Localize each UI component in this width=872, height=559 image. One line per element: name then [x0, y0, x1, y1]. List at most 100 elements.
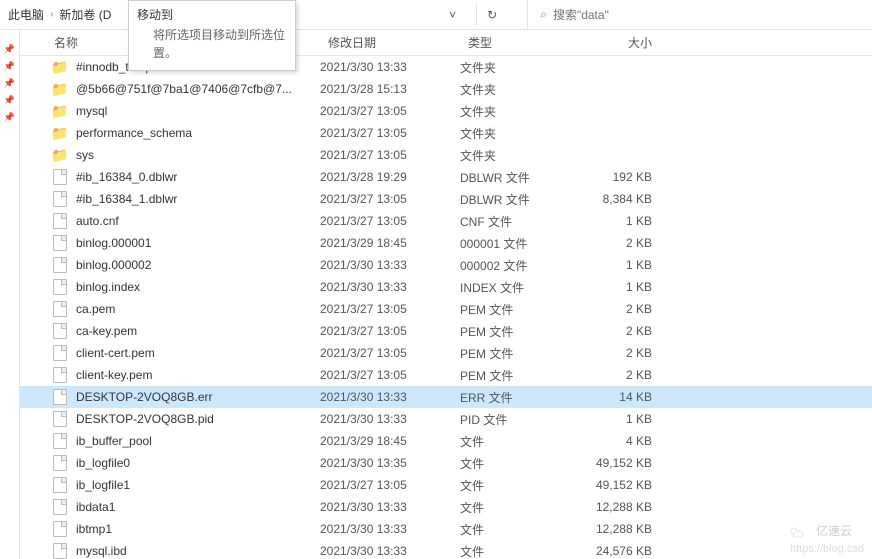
- file-date: 2021/3/27 13:05: [320, 346, 460, 360]
- file-size: 49,152 KB: [580, 478, 670, 492]
- file-icon: [53, 257, 67, 273]
- table-row[interactable]: ca-key.pem2021/3/27 13:05PEM 文件2 KB: [20, 320, 872, 342]
- search-box[interactable]: ⌕: [527, 0, 864, 29]
- nav-pane: 📌 📌 📌 📌 📌: [0, 30, 20, 559]
- file-date: 2021/3/27 13:05: [320, 192, 460, 206]
- file-type: 文件: [460, 521, 580, 538]
- file-icon: [53, 213, 67, 229]
- table-row[interactable]: ib_logfile02021/3/30 13:35文件49,152 KB: [20, 452, 872, 474]
- file-name: ib_logfile1: [76, 478, 320, 492]
- column-header-type[interactable]: 类型: [460, 34, 580, 51]
- chevron-right-icon: ›: [50, 9, 53, 20]
- file-date: 2021/3/30 13:33: [320, 500, 460, 514]
- folder-icon: 📁: [50, 125, 70, 142]
- file-date: 2021/3/28 19:29: [320, 170, 460, 184]
- table-row[interactable]: mysql.ibd2021/3/30 13:33文件24,576 KB: [20, 540, 872, 559]
- tooltip-title: 移动到: [137, 6, 287, 23]
- file-size: 8,384 KB: [580, 192, 670, 206]
- file-name: ibtmp1: [76, 522, 320, 536]
- file-name: ib_logfile0: [76, 456, 320, 470]
- breadcrumb-item-this-pc[interactable]: 此电脑: [8, 6, 44, 23]
- file-name: mysql: [76, 104, 320, 118]
- file-size: 1 KB: [580, 258, 670, 272]
- file-date: 2021/3/30 13:33: [320, 60, 460, 74]
- file-name: #ib_16384_0.dblwr: [76, 170, 320, 184]
- file-date: 2021/3/30 13:33: [320, 522, 460, 536]
- table-row[interactable]: client-cert.pem2021/3/27 13:05PEM 文件2 KB: [20, 342, 872, 364]
- table-row[interactable]: binlog.0000022021/3/30 13:33000002 文件1 K…: [20, 254, 872, 276]
- column-header-date[interactable]: 修改日期: [320, 34, 460, 51]
- table-row[interactable]: ibdata12021/3/30 13:33文件12,288 KB: [20, 496, 872, 518]
- file-date: 2021/3/29 18:45: [320, 236, 460, 250]
- column-header-size[interactable]: 大小: [580, 34, 670, 51]
- breadcrumb-item-drive[interactable]: 新加卷 (D: [59, 6, 111, 23]
- file-list-pane: 名称 修改日期 类型 大小 📁#innodb_temp2021/3/30 13:…: [20, 30, 872, 559]
- watermark-text: 亿速云: [816, 522, 852, 539]
- search-icon: ⌕: [540, 7, 547, 22]
- file-size: 2 KB: [580, 236, 670, 250]
- file-date: 2021/3/27 13:05: [320, 148, 460, 162]
- file-type: 文件: [460, 455, 580, 472]
- file-type: 文件: [460, 543, 580, 559]
- folder-icon: 📁: [50, 81, 70, 98]
- table-row[interactable]: ib_buffer_pool2021/3/29 18:45文件4 KB: [20, 430, 872, 452]
- pin-icon[interactable]: 📌: [0, 78, 19, 89]
- table-row[interactable]: 📁@5b66@751f@7ba1@7406@7cfb@7...2021/3/28…: [20, 78, 872, 100]
- file-name: performance_schema: [76, 126, 320, 140]
- file-size: 1 KB: [580, 412, 670, 426]
- table-row[interactable]: DESKTOP-2VOQ8GB.pid2021/3/30 13:33PID 文件…: [20, 408, 872, 430]
- refresh-button[interactable]: ↻: [476, 4, 507, 26]
- table-row[interactable]: 📁mysql2021/3/27 13:05文件夹: [20, 100, 872, 122]
- table-row[interactable]: ibtmp12021/3/30 13:33文件12,288 KB: [20, 518, 872, 540]
- file-type: DBLWR 文件: [460, 169, 580, 186]
- table-row[interactable]: #ib_16384_1.dblwr2021/3/27 13:05DBLWR 文件…: [20, 188, 872, 210]
- table-row[interactable]: ca.pem2021/3/27 13:05PEM 文件2 KB: [20, 298, 872, 320]
- file-type: CNF 文件: [460, 213, 580, 230]
- pin-icon[interactable]: 📌: [0, 112, 19, 123]
- file-type: 文件: [460, 433, 580, 450]
- file-date: 2021/3/30 13:33: [320, 412, 460, 426]
- file-date: 2021/3/27 13:05: [320, 104, 460, 118]
- table-row[interactable]: client-key.pem2021/3/27 13:05PEM 文件2 KB: [20, 364, 872, 386]
- file-icon: [53, 455, 67, 471]
- file-icon: [53, 411, 67, 427]
- file-name: ibdata1: [76, 500, 320, 514]
- file-type: 文件夹: [460, 103, 580, 120]
- file-type: 文件夹: [460, 147, 580, 164]
- file-name: binlog.000002: [76, 258, 320, 272]
- table-row[interactable]: ib_logfile12021/3/27 13:05文件49,152 KB: [20, 474, 872, 496]
- watermark-url: https://blog.csd: [790, 543, 864, 555]
- file-date: 2021/3/27 13:05: [320, 214, 460, 228]
- file-size: 1 KB: [580, 280, 670, 294]
- file-rows: 📁#innodb_temp2021/3/30 13:33文件夹📁@5b66@75…: [20, 56, 872, 559]
- table-row[interactable]: #ib_16384_0.dblwr2021/3/28 19:29DBLWR 文件…: [20, 166, 872, 188]
- table-row[interactable]: binlog.index2021/3/30 13:33INDEX 文件1 KB: [20, 276, 872, 298]
- file-type: 文件夹: [460, 125, 580, 142]
- pin-icon[interactable]: 📌: [0, 44, 19, 55]
- file-icon: [53, 301, 67, 317]
- file-icon: [53, 389, 67, 405]
- file-date: 2021/3/27 13:05: [320, 368, 460, 382]
- file-size: 14 KB: [580, 390, 670, 404]
- file-icon: [53, 543, 67, 559]
- table-row[interactable]: DESKTOP-2VOQ8GB.err2021/3/30 13:33ERR 文件…: [20, 386, 872, 408]
- file-date: 2021/3/27 13:05: [320, 302, 460, 316]
- file-icon: [53, 323, 67, 339]
- pin-icon[interactable]: 📌: [0, 61, 19, 72]
- file-date: 2021/3/30 13:33: [320, 390, 460, 404]
- file-size: 2 KB: [580, 302, 670, 316]
- pin-icon[interactable]: 📌: [0, 95, 19, 106]
- file-date: 2021/3/30 13:33: [320, 258, 460, 272]
- table-row[interactable]: 📁performance_schema2021/3/27 13:05文件夹: [20, 122, 872, 144]
- file-name: ib_buffer_pool: [76, 434, 320, 448]
- table-row[interactable]: binlog.0000012021/3/29 18:45000001 文件2 K…: [20, 232, 872, 254]
- table-row[interactable]: auto.cnf2021/3/27 13:05CNF 文件1 KB: [20, 210, 872, 232]
- table-row[interactable]: 📁sys2021/3/27 13:05文件夹: [20, 144, 872, 166]
- file-date: 2021/3/27 13:05: [320, 478, 460, 492]
- address-dropdown-button[interactable]: ˅: [439, 4, 466, 26]
- file-name: #ib_16384_1.dblwr: [76, 192, 320, 206]
- search-input[interactable]: [553, 8, 753, 22]
- file-date: 2021/3/30 13:35: [320, 456, 460, 470]
- file-icon: [53, 191, 67, 207]
- tooltip-description: 将所选项目移动到所选位置。: [137, 26, 287, 62]
